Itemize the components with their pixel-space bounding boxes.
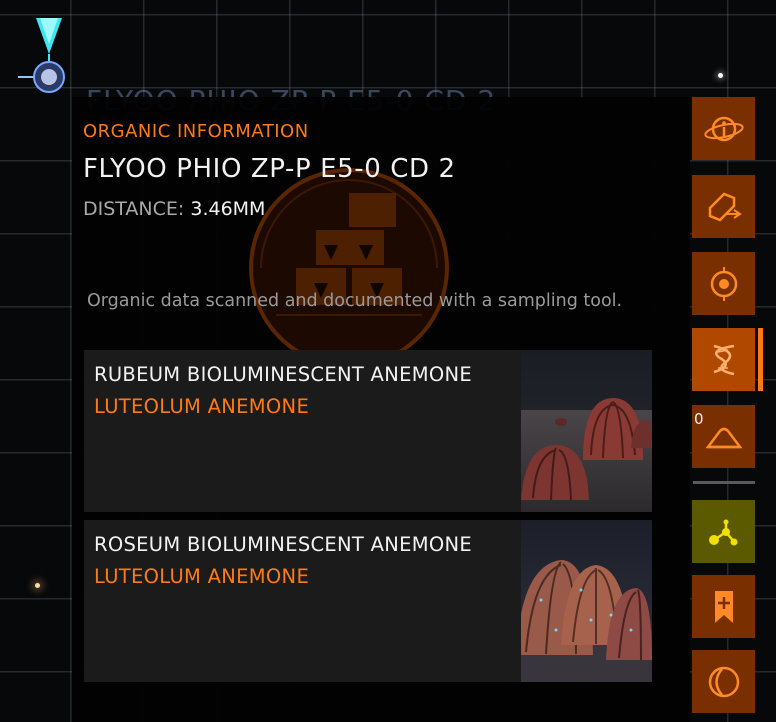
dna-organic-icon [713, 344, 734, 375]
planet-info-button[interactable] [692, 97, 755, 160]
organic-species-name: RUBEUM BIOLUMINESCENT ANEMONE [94, 363, 472, 386]
surface-scan-button[interactable] [692, 175, 755, 238]
orbit-target-button[interactable] [692, 252, 755, 315]
organic-card[interactable]: RUBEUM BIOLUMINESCENT ANEMONE LUTEOLUM A… [84, 350, 652, 512]
moon-phase-button[interactable] [692, 650, 755, 713]
terrain-count: 0 [694, 410, 704, 428]
route-plot-button[interactable] [692, 500, 755, 563]
sidebar-divider [693, 481, 755, 484]
terrain-icon [705, 427, 742, 448]
location-marker-icon[interactable] [18, 14, 80, 104]
surface-scan-icon [708, 192, 742, 221]
organic-data-button[interactable] [692, 328, 755, 391]
star [718, 73, 723, 78]
planet-info-icon [703, 116, 744, 141]
star [35, 583, 40, 588]
organic-species-name: ROSEUM BIOLUMINESCENT ANEMONE [94, 533, 473, 556]
body-name-title: FLYOO PHIO ZP-P E5-0 CD 2 [83, 154, 456, 184]
active-indicator [758, 328, 763, 391]
distance-value: 3.46MM [190, 198, 266, 220]
route-plot-icon [708, 519, 737, 545]
organic-emblem-icon [249, 168, 449, 368]
panel-header: ORGANIC INFORMATION [83, 121, 309, 142]
organic-card[interactable]: ROSEUM BIOLUMINESCENT ANEMONE LUTEOLUM A… [84, 520, 652, 682]
distance-row: DISTANCE: 3.46MM [83, 198, 265, 220]
bookmark-icon [714, 590, 733, 623]
organic-genus-name: LUTEOLUM ANEMONE [94, 395, 310, 418]
bookmark-button[interactable] [692, 575, 755, 638]
anemone-thumbnail-image [521, 350, 652, 512]
organic-description: Organic data scanned and documented with… [87, 291, 623, 311]
distance-label: DISTANCE: [83, 198, 185, 220]
moon-phase-icon [708, 666, 739, 697]
orbit-target-icon [710, 266, 737, 301]
organic-genus-name: LUTEOLUM ANEMONE [94, 565, 310, 588]
anemone-thumbnail-image [521, 520, 652, 682]
